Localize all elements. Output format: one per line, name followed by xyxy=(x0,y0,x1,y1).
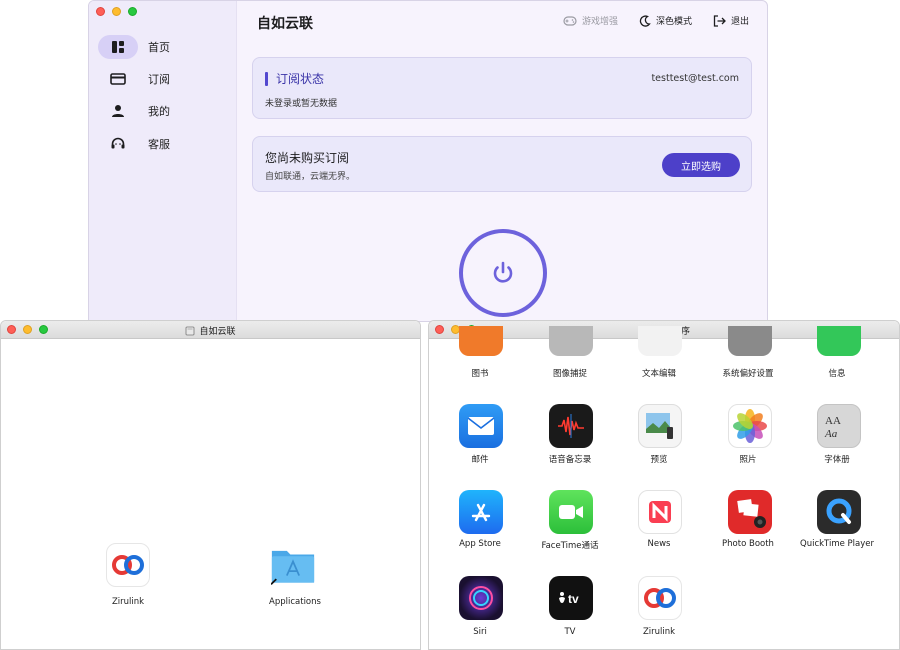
svg-text:tv: tv xyxy=(568,592,579,606)
app-label: 系统偏好设置 xyxy=(722,369,774,379)
app-label: 预览 xyxy=(650,455,668,465)
app-label: News xyxy=(647,539,671,549)
zirulink-icon[interactable] xyxy=(106,543,150,587)
app-store-icon[interactable] xyxy=(459,490,503,534)
close-button[interactable] xyxy=(96,7,105,16)
voice-memos-icon[interactable] xyxy=(549,404,593,448)
zirulink-icon[interactable] xyxy=(638,576,682,620)
app-label: 字体册 xyxy=(824,455,850,465)
sidebar-item-mine[interactable]: 我的 xyxy=(98,99,228,123)
app-label: 照片 xyxy=(739,455,757,465)
purchase-title: 您尚未购买订阅 xyxy=(265,151,350,165)
title-bar: 自如云联 xyxy=(1,321,420,339)
user-email: testtest@test.com xyxy=(651,73,739,84)
dark-mode-toggle[interactable]: 深色模式 xyxy=(639,14,692,27)
font-book-icon[interactable]: AA Aa xyxy=(817,404,861,448)
applications-finder-window: 应用程序 图书 图像捕捉 文本编辑 系统偏好设置 信息 邮件 语音备忘录 预览 … xyxy=(428,320,900,650)
sidebar-item-label: 订阅 xyxy=(148,73,170,86)
dashboard-icon xyxy=(98,35,138,59)
window-title: 自如云联 xyxy=(1,324,420,337)
power-icon xyxy=(493,261,513,283)
app-window: 首页 订阅 我的 客服 自如云联 游戏增强 深色模式 退出 订阅状态 testt… xyxy=(88,0,768,322)
file-label: Zirulink xyxy=(111,597,145,607)
sidebar: 首页 订阅 我的 客服 xyxy=(89,1,237,321)
app-label: 语音备忘录 xyxy=(548,455,592,465)
accent-bar xyxy=(265,71,268,86)
applications-folder-icon[interactable] xyxy=(271,543,315,587)
logout-button[interactable]: 退出 xyxy=(713,14,749,27)
sidebar-item-label: 我的 xyxy=(148,105,170,118)
subscription-status-card: 订阅状态 testtest@test.com 未登录或暂无数据 xyxy=(252,57,752,119)
window-controls xyxy=(96,7,137,16)
subscription-status-title: 订阅状态 xyxy=(265,70,324,87)
facetime-icon[interactable] xyxy=(549,490,593,534)
svg-text:AA: AA xyxy=(825,415,841,427)
dmg-finder-window: 自如云联 Zirulink Applications xyxy=(0,320,421,650)
buy-now-button[interactable]: 立即选购 xyxy=(662,153,740,177)
app-label: 图书 xyxy=(471,369,489,379)
textedit-icon[interactable] xyxy=(638,326,682,356)
gamepad-icon xyxy=(563,15,577,26)
sidebar-item-label: 首页 xyxy=(148,41,170,54)
books-icon[interactable] xyxy=(459,326,503,356)
dark-mode-label: 深色模式 xyxy=(656,17,693,27)
page-title: 自如云联 xyxy=(257,16,313,32)
logout-label: 退出 xyxy=(731,17,750,27)
svg-text:Aa: Aa xyxy=(824,428,838,440)
messages-icon[interactable] xyxy=(817,326,861,356)
zoom-button[interactable] xyxy=(128,7,137,16)
app-label: FaceTime通话 xyxy=(541,541,599,551)
photos-icon[interactable] xyxy=(728,404,772,448)
logout-icon xyxy=(713,14,726,27)
sidebar-item-label: 客服 xyxy=(148,138,170,151)
app-label: TV xyxy=(564,627,576,637)
app-label: Photo Booth xyxy=(722,539,774,549)
mail-icon[interactable] xyxy=(459,404,503,448)
sidebar-item-support[interactable]: 客服 xyxy=(98,132,228,156)
app-label: QuickTime Player xyxy=(800,539,874,549)
disk-image-icon xyxy=(186,326,195,335)
subscription-status-text: 未登录或暂无数据 xyxy=(265,99,338,109)
purchase-card: 您尚未购买订阅 自如联通，云端无界。 立即选购 xyxy=(252,136,752,192)
app-label: App Store xyxy=(459,539,501,549)
subscription-title-text: 订阅状态 xyxy=(276,72,325,86)
game-boost-label: 游戏增强 xyxy=(582,17,619,27)
file-label: Applications xyxy=(269,597,321,607)
sidebar-item-home[interactable]: 首页 xyxy=(98,35,228,59)
app-label: Zirulink xyxy=(642,627,676,637)
window-title-text: 自如云联 xyxy=(199,327,236,337)
person-icon xyxy=(98,99,138,123)
sidebar-item-subscription[interactable]: 订阅 xyxy=(98,67,228,91)
system-preferences-icon[interactable] xyxy=(728,326,772,356)
moon-icon xyxy=(639,14,651,27)
card-icon xyxy=(98,67,138,91)
app-label: 文本编辑 xyxy=(641,369,676,379)
app-label: 图像捕捉 xyxy=(552,369,587,379)
photo-booth-icon[interactable] xyxy=(728,490,772,534)
game-boost-toggle[interactable]: 游戏增强 xyxy=(563,14,618,27)
tv-icon[interactable]: tv xyxy=(549,576,593,620)
purchase-subtitle: 自如联通，云端无界。 xyxy=(265,172,356,182)
preview-icon[interactable] xyxy=(638,404,682,448)
quicktime-icon[interactable] xyxy=(817,490,861,534)
headset-icon xyxy=(98,132,138,156)
app-label: 邮件 xyxy=(471,455,489,465)
image-capture-icon[interactable] xyxy=(549,326,593,356)
app-label: 信息 xyxy=(828,369,846,379)
app-label: Siri xyxy=(473,627,487,637)
minimize-button[interactable] xyxy=(112,7,121,16)
news-icon[interactable] xyxy=(638,490,682,534)
power-button[interactable] xyxy=(459,229,547,317)
siri-icon[interactable] xyxy=(459,576,503,620)
